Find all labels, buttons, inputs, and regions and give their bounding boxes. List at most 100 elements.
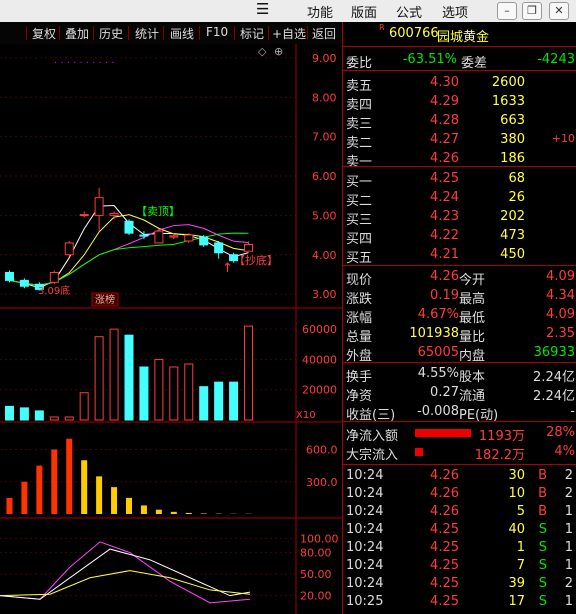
tick-row[interactable]: 10:24 4.26 5 B 1 (343, 503, 576, 522)
annotation-sell-top: 【卖顶】 (136, 205, 180, 218)
volume-unit-label: X10 (296, 410, 316, 421)
toolbar-back[interactable]: 返回 (312, 25, 336, 42)
quote-value-2: 36933 (533, 345, 575, 360)
ask-price: 4.28 (430, 113, 459, 128)
candle-body (94, 197, 104, 216)
menu-layout[interactable]: 版面 (351, 2, 377, 21)
menu-formula[interactable]: 公式 (396, 2, 422, 21)
fund-flow-label: 大宗流入 (346, 448, 399, 463)
quote-value-2: 4.09 (546, 307, 575, 322)
tick-row[interactable]: 10:24 4.26 30 B 2 (343, 467, 576, 486)
quote-value: 65005 (417, 345, 459, 360)
volume-bar (184, 363, 194, 421)
toolbar-mark[interactable]: 标记 (240, 25, 264, 42)
tick-row[interactable]: 10:24 4.25 39 S 2 (343, 575, 576, 594)
toolbar-draw-line[interactable]: 画线 (170, 25, 194, 42)
tick-row[interactable]: 10:24 4.26 10 B 2 (343, 485, 576, 504)
quote-row: 总量 101938 量比 2.35 (343, 325, 576, 345)
kline-chart-area[interactable]: 9.00 8.00 7.00 6.00 5.00 4.00 3.00 60000 40000 20… (0, 44, 342, 614)
bid-row[interactable]: 买五 4.21 450 (343, 246, 576, 266)
finance-value: 4.55% (417, 366, 459, 381)
ask-row[interactable]: 卖五 4.30 2600 (343, 74, 576, 94)
toolbar-f10[interactable]: F10 (206, 25, 228, 39)
volume-bar (109, 328, 119, 421)
ask-row[interactable]: 卖三 4.28 663 (343, 112, 576, 132)
bid-label: 买五 (346, 251, 373, 266)
indicator-bar (96, 476, 103, 514)
kdj-tick-label: 20.00 (300, 590, 332, 603)
candle-body (64, 242, 74, 256)
tick-side: S (538, 540, 547, 555)
tick-time: 10:24 (346, 468, 384, 483)
tick-volume: 40 (508, 522, 525, 537)
stock-header: R 600766 园城黄金 (343, 23, 576, 45)
toolbar-restore-rights[interactable]: 复权 (32, 25, 56, 42)
volume-bar (169, 366, 179, 421)
price-tick-label: 5.00 (312, 209, 337, 222)
indicator-bar (155, 509, 162, 514)
toolbar-overlay[interactable]: 叠加 (65, 25, 89, 42)
volume-bar (199, 386, 209, 421)
bid-row[interactable]: 买三 4.23 202 (343, 208, 576, 228)
indicator-bar (170, 511, 177, 514)
order-diff-label: 委差 (461, 56, 488, 71)
quote-row: 涨跌 0.19 最高 4.34 (343, 287, 576, 307)
ask-row[interactable]: 卖二 4.27 380 +10 (343, 131, 576, 151)
bid-row[interactable]: 买四 4.22 473 (343, 227, 576, 247)
price-tick-label: 9.00 (312, 52, 337, 65)
ask-price: 4.29 (430, 94, 459, 109)
quote-value-2: 4.09 (546, 269, 575, 284)
quote-value-2: 4.34 (546, 288, 575, 303)
ask-price: 4.26 (430, 151, 459, 166)
menu-options[interactable]: 选项 (442, 2, 468, 21)
tick-count: 1 (564, 504, 573, 519)
price-tick-label: 7.00 (312, 131, 337, 144)
bid-label: 买四 (346, 232, 373, 247)
toolbar-history[interactable]: 历史 (99, 25, 123, 42)
volume-bar (34, 410, 44, 421)
indicator-bar (66, 438, 73, 514)
dropdown-icon[interactable]: ⊕ (274, 45, 283, 58)
svg-text:· · · · · · · ·: · · · · · · · · · · (54, 58, 114, 69)
finance-value: -0.008 (417, 404, 459, 419)
bid-row[interactable]: 买一 4.25 68 (343, 170, 576, 190)
tick-row[interactable]: 10:24 4.25 40 S 1 (343, 521, 576, 540)
candle-body (4, 271, 14, 281)
ask-label: 卖三 (346, 117, 373, 132)
indicator-bar (185, 512, 192, 514)
finance-label-2: 股本 (459, 370, 486, 385)
bid-volume: 450 (500, 247, 525, 262)
bid-price: 4.22 (430, 228, 459, 243)
quote-label: 总量 (346, 330, 373, 345)
bid-row[interactable]: 买二 4.24 26 (343, 189, 576, 209)
menu-function[interactable]: 功能 (307, 2, 333, 21)
restore-icon[interactable]: ❐ (522, 2, 542, 20)
quote-row: 涨幅 4.67% 最低 4.09 (343, 306, 576, 326)
quote-row: 外盘 65005 内盘 36933 (343, 344, 576, 364)
candle-body (124, 220, 134, 234)
volume-bar (79, 392, 89, 421)
toolbar-statistics[interactable]: 统计 (135, 25, 159, 42)
kdj-tick-label: 80.00 (300, 547, 332, 560)
finance-label: 换手 (346, 370, 373, 385)
menu-icon[interactable]: ☰ (256, 0, 269, 18)
tick-row[interactable]: 10:24 4.25 1 S 1 (343, 539, 576, 558)
tick-time: 10:24 (346, 576, 384, 591)
tick-row[interactable]: 10:25 4.25 17 S 1 (343, 593, 576, 612)
toolbar-add-favorite[interactable]: +自选 (272, 25, 306, 42)
tick-volume: 17 (508, 594, 525, 609)
indicator-bar (36, 465, 43, 514)
ask-row[interactable]: 卖四 4.29 1633 (343, 93, 576, 113)
tick-row[interactable]: 10:24 4.25 7 S 1 (343, 557, 576, 576)
candle-body (214, 242, 224, 254)
order-ratio-label: 委比 (346, 56, 373, 71)
bid-price: 4.21 (430, 247, 459, 262)
close-icon[interactable]: ✕ (549, 2, 569, 20)
diamond-icon[interactable]: ◇ (258, 45, 267, 58)
minimize-icon[interactable]: – (497, 2, 517, 20)
indicator-bar (51, 449, 58, 514)
price-tick-label: 8.00 (312, 91, 337, 104)
ask-label: 卖五 (346, 79, 373, 94)
bid-volume: 68 (508, 171, 525, 186)
candle-body (244, 244, 254, 252)
